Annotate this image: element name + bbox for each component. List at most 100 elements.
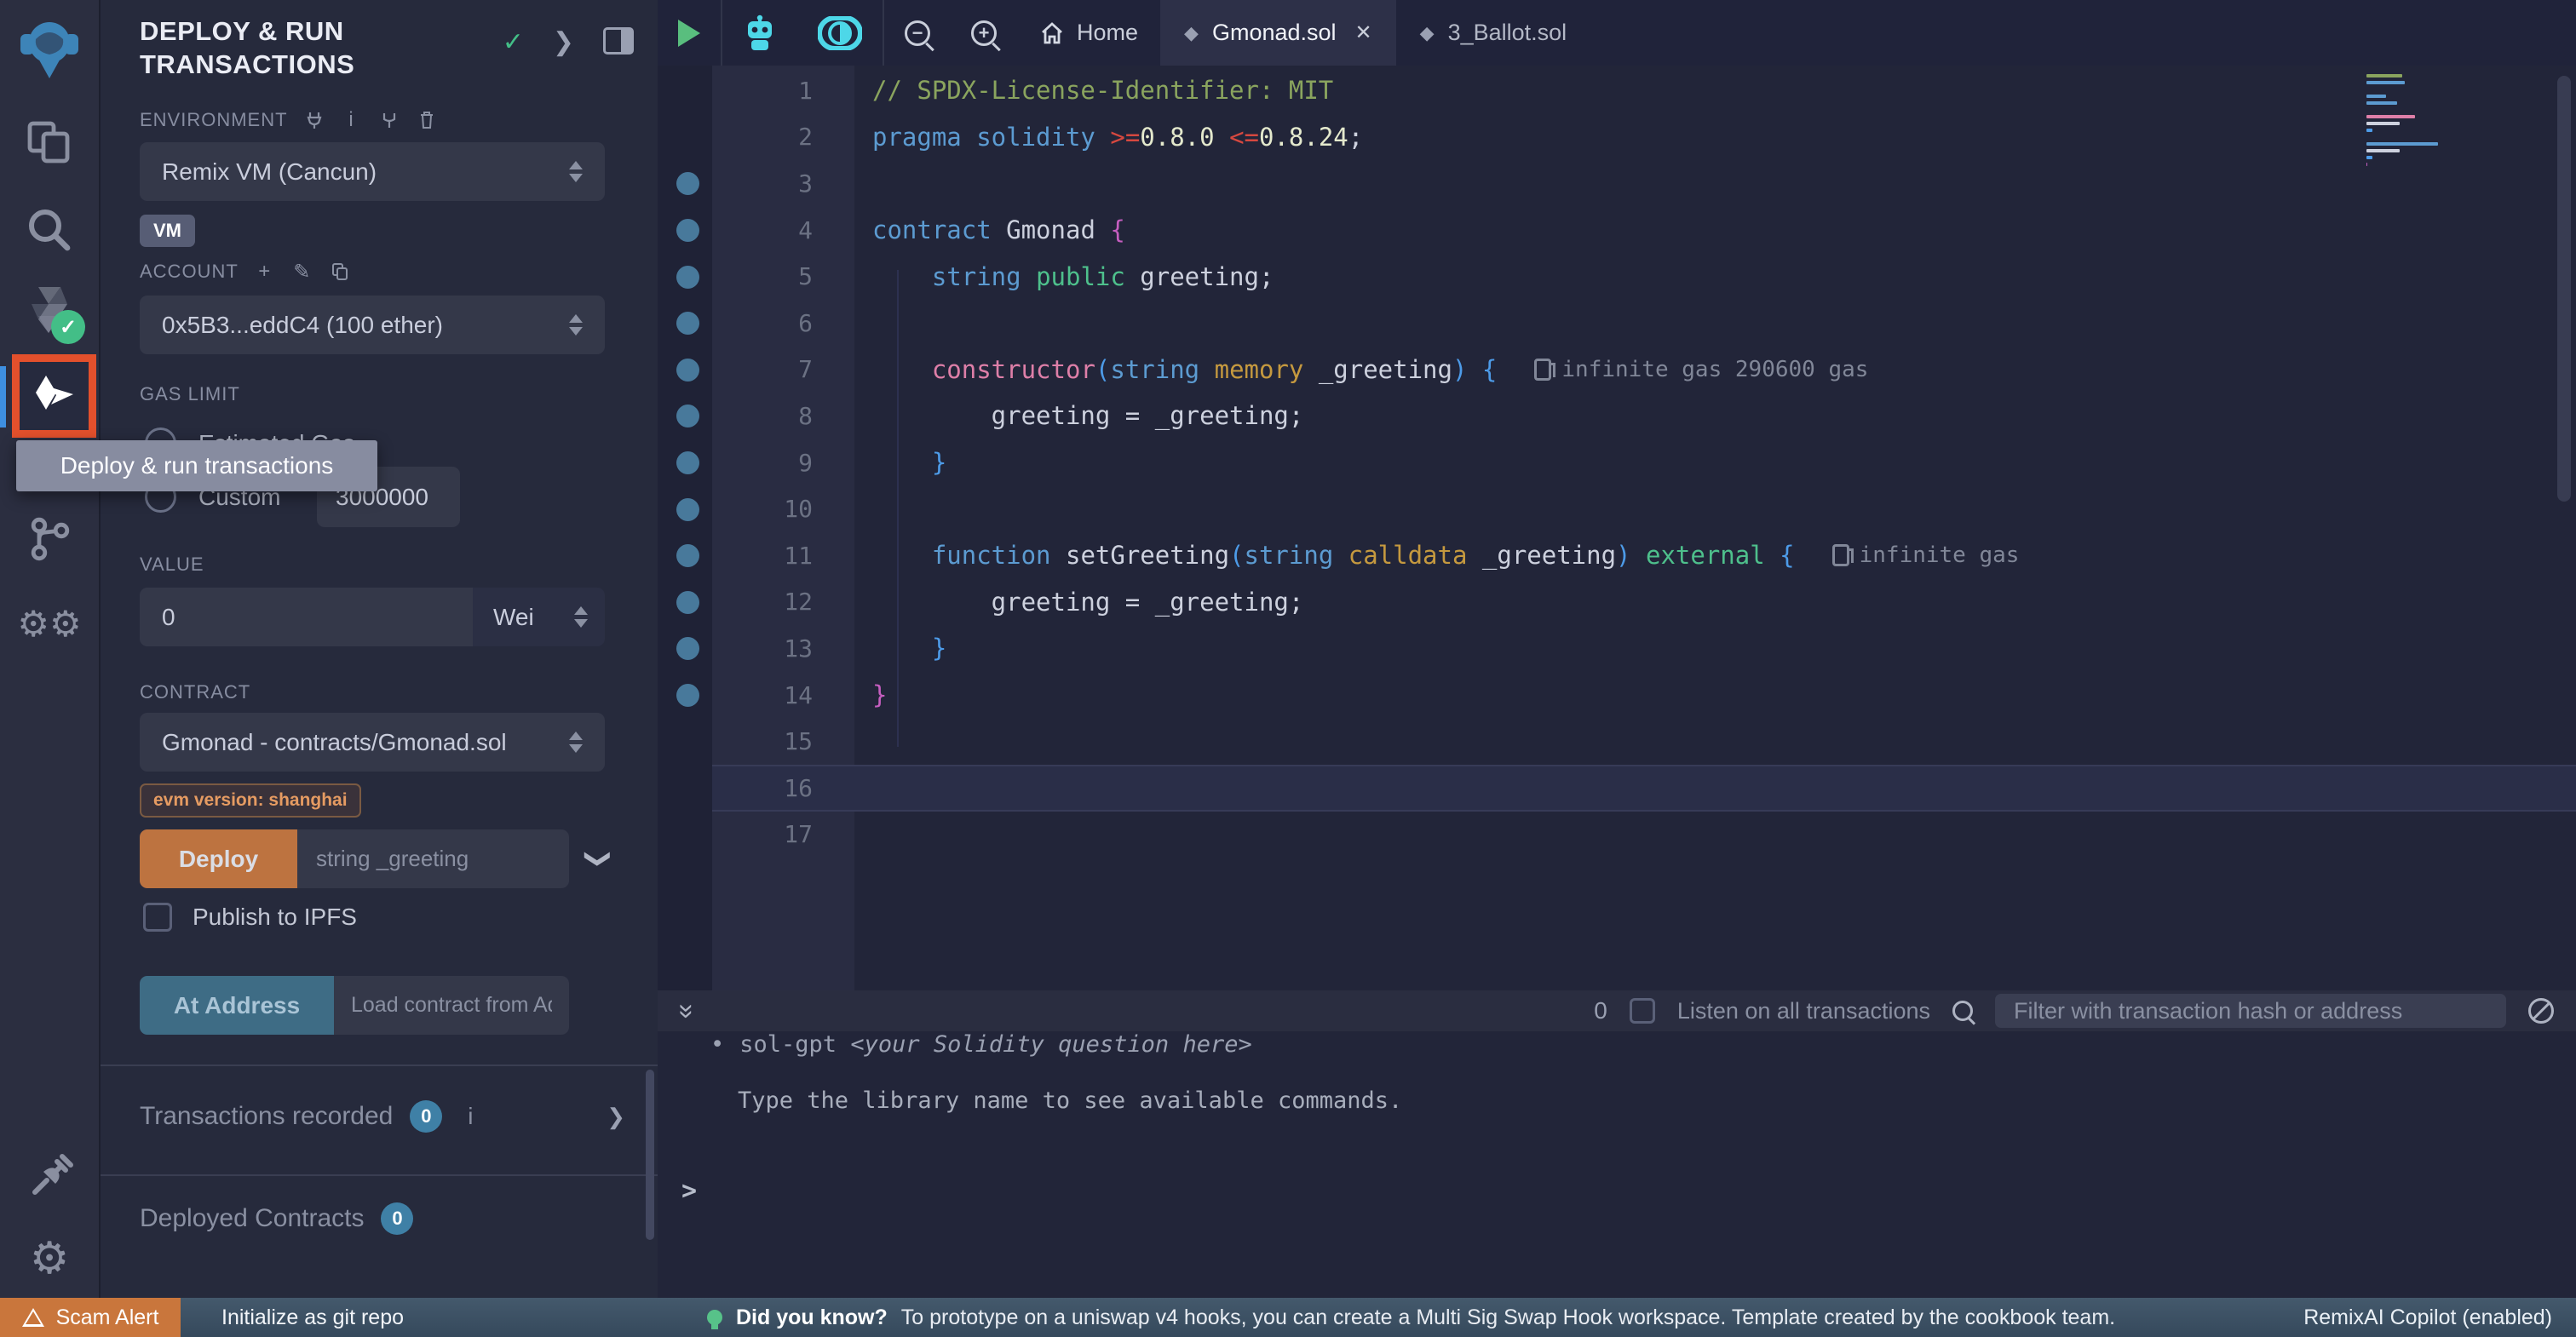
ai-assistant-button[interactable]	[722, 0, 797, 66]
code-editor[interactable]: 1// SPDX-License-Identifier: MIT2pragma …	[658, 66, 2576, 1056]
breakpoint-dot[interactable]	[676, 172, 699, 195]
zoom-in-button[interactable]: +	[951, 0, 1017, 66]
run-script-button[interactable]	[658, 0, 721, 66]
deployed-contracts-section[interactable]: Deployed Contracts 0	[140, 1202, 625, 1235]
code-line[interactable]: 14}	[658, 672, 2576, 719]
tab-3-ballot-sol[interactable]: ◆ 3_Ballot.sol	[1396, 0, 1591, 66]
account-select[interactable]: 0x5B3...eddC4 (100 ether)	[140, 296, 605, 354]
solidity-file-icon: ◆	[1420, 22, 1435, 44]
settings-gear-icon[interactable]: ⚙	[0, 1218, 99, 1300]
account-copy-icon[interactable]	[329, 261, 351, 283]
panel-scrollbar[interactable]	[646, 1070, 654, 1240]
scam-alert-button[interactable]: Scam Alert	[0, 1298, 181, 1337]
pin-panel-icon[interactable]	[603, 27, 634, 55]
env-fork-icon[interactable]	[378, 109, 400, 131]
value-input[interactable]	[140, 588, 473, 646]
vm-badge: VM	[140, 215, 195, 247]
file-explorer-icon[interactable]	[0, 102, 99, 184]
lightbulb-icon	[707, 1310, 722, 1325]
unit-stepper-icon[interactable]	[574, 606, 588, 628]
transaction-count: 0	[1594, 997, 1607, 1024]
transactions-count-badge: 0	[410, 1100, 442, 1133]
breakpoint-dot[interactable]	[676, 266, 699, 289]
listen-all-label: Listen on all transactions	[1677, 998, 1930, 1024]
compile-success-badge: ✓	[51, 310, 85, 344]
breakpoint-dot[interactable]	[676, 591, 699, 614]
code-line[interactable]: 11 function setGreeting(string calldata …	[658, 532, 2576, 579]
git-icon[interactable]	[0, 498, 99, 580]
at-address-input[interactable]	[334, 976, 569, 1035]
unit-testing-gears-icon[interactable]: ⚙⚙	[0, 582, 99, 664]
code-line[interactable]: 12 greeting = _greeting;	[658, 579, 2576, 626]
breakpoint-dot[interactable]	[676, 312, 699, 335]
breakpoint-dot[interactable]	[676, 359, 699, 382]
solidity-compiler-icon[interactable]: ✓	[0, 269, 99, 351]
minimap[interactable]	[2366, 74, 2503, 186]
breakpoint-dot[interactable]	[676, 684, 699, 707]
code-line[interactable]: 4contract Gmonad {	[658, 207, 2576, 254]
account-edit-icon[interactable]: ✎	[291, 261, 313, 283]
code-line[interactable]: 2pragma solidity >=0.8.0 <=0.8.24;	[658, 114, 2576, 161]
code-line[interactable]: 9 }	[658, 439, 2576, 486]
panel-chevron-right-icon[interactable]: ❯	[553, 27, 574, 57]
terminal-line: Type the library name to see available c…	[738, 1087, 1402, 1114]
breakpoint-dot[interactable]	[676, 405, 699, 427]
env-info-icon[interactable]: i	[341, 109, 363, 131]
breakpoint-dot[interactable]	[676, 498, 699, 521]
publish-ipfs-row[interactable]: Publish to IPFS	[143, 903, 357, 932]
deploy-run-highlight-box[interactable]	[12, 354, 96, 438]
code-line[interactable]: 3	[658, 160, 2576, 207]
contract-select[interactable]: Gmonad - contracts/Gmonad.sol	[140, 713, 605, 772]
copilot-toggle[interactable]	[797, 0, 883, 66]
env-delete-icon[interactable]	[416, 109, 438, 131]
tab-gmonad-sol[interactable]: ◆ Gmonad.sol ✕	[1160, 0, 1396, 66]
code-line[interactable]: 8 greeting = _greeting;	[658, 393, 2576, 439]
code-line[interactable]: 13 }	[658, 625, 2576, 672]
transactions-info-icon[interactable]: i	[459, 1105, 481, 1128]
code-line[interactable]: 5 string public greeting;	[658, 253, 2576, 300]
gas-estimate-annotation: infinite gas	[1832, 542, 2020, 568]
code-line[interactable]: 1// SPDX-License-Identifier: MIT	[658, 67, 2576, 114]
code-line[interactable]: 6	[658, 300, 2576, 347]
remix-logo[interactable]	[0, 9, 99, 90]
listen-all-checkbox[interactable]	[1630, 998, 1655, 1024]
code-line[interactable]: 10	[658, 485, 2576, 532]
env-plug-icon[interactable]	[303, 109, 325, 131]
account-add-icon[interactable]: +	[254, 261, 276, 283]
code-lines: 1// SPDX-License-Identifier: MIT2pragma …	[658, 67, 2576, 858]
terminal[interactable]: •sol-gpt <your Solidity question here> T…	[658, 1031, 2576, 1298]
clear-terminal-icon[interactable]	[2528, 998, 2554, 1024]
breakpoint-dot[interactable]	[676, 451, 699, 474]
activity-bar: ✓ ⚙⚙ ⚙	[0, 0, 101, 1298]
breakpoint-dot[interactable]	[676, 219, 699, 242]
deploy-expand-icon[interactable]: ❯	[584, 848, 613, 869]
remix-logo-icon	[19, 17, 80, 82]
deploy-param-input[interactable]	[297, 829, 569, 888]
publish-ipfs-checkbox[interactable]	[143, 903, 172, 932]
value-unit-select[interactable]: Wei	[473, 588, 605, 646]
breakpoint-dot[interactable]	[676, 637, 699, 660]
git-init-button[interactable]: Initialize as git repo	[221, 1298, 404, 1337]
at-address-button[interactable]: At Address	[140, 976, 334, 1035]
environment-select[interactable]: Remix VM (Cancun)	[140, 142, 605, 201]
deploy-button[interactable]: Deploy	[140, 829, 297, 888]
code-line[interactable]: 17	[658, 812, 2576, 858]
home-tab[interactable]: Home	[1017, 20, 1160, 46]
close-tab-icon[interactable]: ✕	[1355, 20, 1372, 45]
editor-scrollbar[interactable]	[2557, 76, 2571, 502]
transactions-expand-icon[interactable]: ❯	[607, 1104, 625, 1130]
code-line[interactable]: 15	[658, 718, 2576, 765]
search-icon[interactable]	[0, 189, 99, 271]
plugin-manager-icon[interactable]	[0, 1137, 99, 1219]
breakpoint-dot[interactable]	[676, 544, 699, 567]
terminal-expand-icon[interactable]: »	[671, 1003, 703, 1019]
transactions-recorded-section[interactable]: Transactions recorded 0 i ❯	[140, 1100, 625, 1133]
line-number: 12	[712, 588, 837, 616]
copilot-status[interactable]: RemixAI Copilot (enabled)	[2303, 1298, 2552, 1337]
terminal-search-icon[interactable]	[1952, 1001, 1973, 1021]
zoom-out-button[interactable]: −	[884, 0, 951, 66]
terminal-prompt[interactable]: >	[681, 1176, 697, 1206]
code-line[interactable]: 7 constructor(string memory _greeting) {…	[658, 347, 2576, 393]
terminal-filter-input[interactable]	[1995, 994, 2506, 1028]
code-line[interactable]: 16	[658, 765, 2576, 812]
